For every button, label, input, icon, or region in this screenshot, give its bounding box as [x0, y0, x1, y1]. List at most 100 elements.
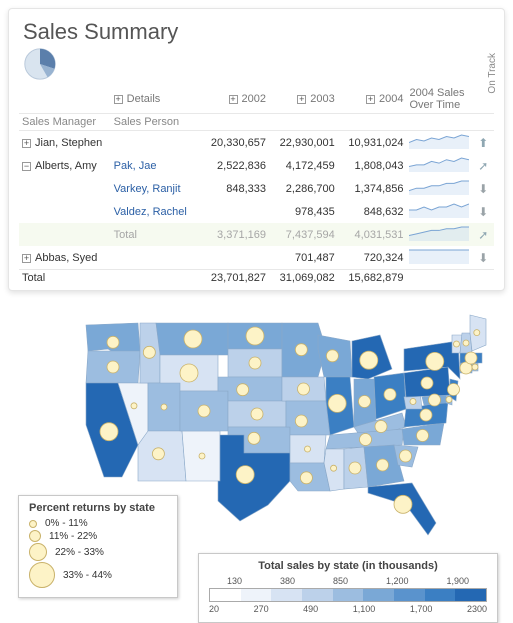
cell-2002: 20,330,657 [200, 131, 269, 155]
ramp-swatch [302, 589, 333, 601]
expand-2002-icon[interactable]: + [229, 95, 238, 104]
expand-2004-icon[interactable]: + [366, 95, 375, 104]
bubble-mn[interactable] [295, 344, 307, 356]
sparkline [406, 154, 475, 177]
legend-bubble-icon [29, 543, 47, 561]
legend-bucket-label: 0% - 11% [45, 518, 88, 529]
cell-2003: 2,286,700 [269, 177, 338, 200]
ramp-swatch [241, 589, 272, 601]
bubble-nj[interactable] [448, 384, 460, 396]
sales-person-link: Total [114, 229, 137, 241]
bubble-az[interactable] [152, 448, 164, 460]
ramp-swatch [425, 589, 456, 601]
bubble-ne[interactable] [237, 384, 249, 396]
expand-2003-icon[interactable]: + [297, 95, 306, 104]
bubble-wa[interactable] [107, 336, 119, 348]
ramp-swatch [271, 589, 302, 601]
expand-details-icon[interactable]: + [114, 95, 123, 104]
legend-returns: Percent returns by state 0% - 11% 11% - 2… [18, 495, 178, 598]
bubble-ca[interactable] [100, 423, 118, 441]
bubble-ky[interactable] [375, 421, 387, 433]
col-overtime: 2004 Sales Over Time [406, 85, 475, 114]
legend-bubble-icon [29, 562, 55, 588]
ramp-tick: 380 [280, 576, 295, 586]
bubble-ks[interactable] [251, 408, 263, 420]
bubble-wy[interactable] [180, 364, 198, 382]
ramp-tick: 130 [227, 576, 242, 586]
legend-bucket-label: 33% - 44% [63, 570, 112, 581]
col-2002: 2002 [242, 93, 266, 105]
cell-2004: 1,374,856 [338, 177, 407, 200]
bubble-tx[interactable] [236, 466, 254, 484]
bubble-mi[interactable] [360, 351, 378, 369]
bubble-ar[interactable] [305, 446, 311, 452]
bubble-tn[interactable] [360, 434, 372, 446]
us-sales-map: Percent returns by state 0% - 11% 11% - 2… [8, 295, 505, 615]
sales-person-link[interactable]: Valdez, Rachel [114, 206, 187, 218]
trend-arrow-icon: ➚ [475, 223, 494, 246]
bubble-ny[interactable] [426, 352, 444, 370]
table-row: +Jian, Stephen 20,330,657 22,930,001 10,… [19, 131, 494, 155]
table-row: +Abbas, Syed 701,487 720,324 ⬇ [19, 246, 494, 270]
col-manager: Sales Manager [19, 114, 111, 131]
cell-2003: 22,930,001 [269, 131, 338, 155]
bubble-ut[interactable] [161, 404, 167, 410]
ramp-swatch [455, 589, 486, 601]
bubble-ma[interactable] [465, 352, 477, 364]
bubble-fl[interactable] [394, 495, 412, 513]
legend-returns-title: Percent returns by state [29, 502, 167, 514]
expand-row-icon[interactable]: − [22, 162, 31, 171]
bubble-wv[interactable] [410, 399, 416, 405]
bubble-va[interactable] [420, 409, 432, 421]
ramp-tick: 490 [303, 604, 318, 614]
sales-person-link[interactable]: Pak, Jae [114, 160, 157, 172]
legend-bucket-label: 11% - 22% [49, 531, 97, 542]
legend-bucket-label: 22% - 33% [55, 547, 104, 558]
cell-2004: 4,031,531 [338, 223, 407, 246]
bubble-mt[interactable] [184, 330, 202, 348]
bubble-il[interactable] [328, 394, 346, 412]
bubble-vt[interactable] [454, 341, 460, 347]
sales-person-link[interactable]: Varkey, Ranjit [114, 183, 181, 195]
bubble-de[interactable] [446, 397, 452, 403]
bubble-oh[interactable] [384, 389, 396, 401]
bubble-or[interactable] [107, 361, 119, 373]
bubble-ga[interactable] [377, 459, 389, 471]
state-mo[interactable] [286, 401, 330, 435]
bubble-la[interactable] [300, 472, 312, 484]
sparkline [406, 131, 475, 155]
cell-2004: 1,808,043 [338, 154, 407, 177]
bubble-nm[interactable] [199, 453, 205, 459]
bubble-id[interactable] [143, 346, 155, 358]
ramp-tick: 850 [333, 576, 348, 586]
legend-sales: Total sales by state (in thousands) 1303… [198, 553, 498, 623]
cell-2003: 4,172,459 [269, 154, 338, 177]
bubble-nh[interactable] [463, 340, 469, 346]
sparkline [406, 177, 475, 200]
bubble-wi[interactable] [326, 350, 338, 362]
bubble-mo[interactable] [295, 415, 307, 427]
bubble-al[interactable] [349, 462, 361, 474]
bubble-sc[interactable] [400, 450, 412, 462]
bubble-ms[interactable] [331, 465, 337, 471]
bubble-nc[interactable] [417, 430, 429, 442]
bubble-in[interactable] [359, 396, 371, 408]
bubble-pa[interactable] [421, 377, 433, 389]
legend-bubble-icon [29, 530, 41, 542]
bubble-sd[interactable] [249, 357, 261, 369]
bubble-co[interactable] [198, 405, 210, 417]
ramp-swatch [333, 589, 364, 601]
table-row: Varkey, Ranjit 848,333 2,286,700 1,374,8… [19, 177, 494, 200]
sparkline [406, 223, 475, 246]
bubble-ok[interactable] [248, 432, 260, 444]
cell-2003: 701,487 [269, 246, 338, 270]
bubble-ri[interactable] [472, 364, 478, 370]
bubble-nv[interactable] [131, 403, 137, 409]
bubble-ia[interactable] [298, 383, 310, 395]
expand-row-icon[interactable]: + [22, 254, 31, 263]
expand-row-icon[interactable]: + [22, 139, 31, 148]
bubble-me[interactable] [474, 330, 480, 336]
bubble-nd[interactable] [246, 327, 264, 345]
ramp-tick: 1,100 [353, 604, 376, 614]
bubble-md[interactable] [429, 394, 441, 406]
